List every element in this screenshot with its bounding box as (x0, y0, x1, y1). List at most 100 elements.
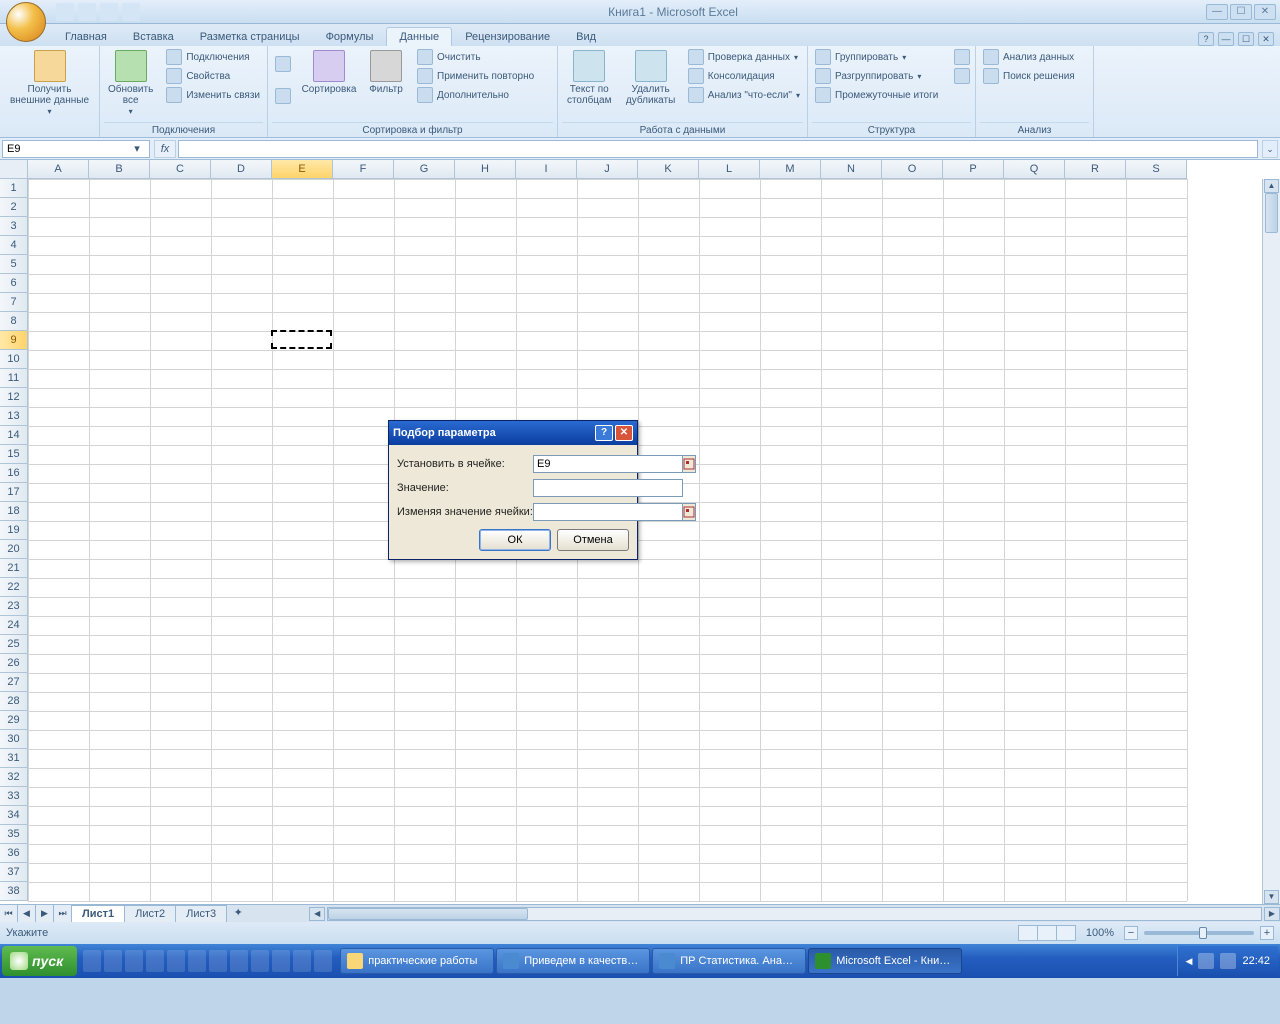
row-header-36[interactable]: 36 (0, 844, 28, 863)
row-header-28[interactable]: 28 (0, 692, 28, 711)
row-header-10[interactable]: 10 (0, 350, 28, 369)
zoom-in-button[interactable]: + (1260, 926, 1274, 940)
ql-icon[interactable] (251, 950, 269, 972)
connections-button[interactable]: Подключения (163, 48, 263, 66)
row-header-6[interactable]: 6 (0, 274, 28, 293)
fx-button[interactable]: fx (154, 140, 176, 158)
cancel-button[interactable]: Отмена (557, 529, 629, 551)
ql-icon[interactable] (314, 950, 332, 972)
hscroll-thumb[interactable] (328, 908, 528, 920)
formula-input[interactable] (178, 140, 1258, 158)
row-header-20[interactable]: 20 (0, 540, 28, 559)
consolidate-button[interactable]: Консолидация (685, 67, 803, 85)
ql-icon[interactable] (125, 950, 143, 972)
sheet-tab-Лист2[interactable]: Лист2 (124, 905, 176, 922)
doc-minimize-button[interactable]: — (1218, 32, 1234, 46)
data-validation-button[interactable]: Проверка данных (685, 48, 803, 66)
col-header-H[interactable]: H (455, 160, 516, 179)
ribbon-tab-Формулы[interactable]: Формулы (313, 27, 387, 46)
view-normal-button[interactable] (1018, 925, 1038, 941)
col-header-I[interactable]: I (516, 160, 577, 179)
ribbon-tab-Главная[interactable]: Главная (52, 27, 120, 46)
reapply-button[interactable]: Применить повторно (414, 67, 537, 85)
doc-restore-button[interactable]: ☐ (1238, 32, 1254, 46)
row-header-7[interactable]: 7 (0, 293, 28, 312)
row-header-25[interactable]: 25 (0, 635, 28, 654)
row-header-1[interactable]: 1 (0, 179, 28, 198)
set-cell-input[interactable] (533, 455, 683, 473)
ribbon-tab-Данные[interactable]: Данные (386, 27, 452, 46)
row-header-21[interactable]: 21 (0, 559, 28, 578)
ql-icon[interactable] (230, 950, 248, 972)
ql-icon[interactable] (272, 950, 290, 972)
col-header-J[interactable]: J (577, 160, 638, 179)
clear-filter-button[interactable]: Очистить (414, 48, 537, 66)
row-header-37[interactable]: 37 (0, 863, 28, 882)
taskbar-task[interactable]: ПР Статистика. Ана… (652, 948, 806, 974)
help-icon[interactable]: ? (1198, 32, 1214, 46)
col-header-Q[interactable]: Q (1004, 160, 1065, 179)
hscroll-track[interactable] (327, 907, 1262, 921)
col-header-E[interactable]: E (272, 160, 333, 179)
col-header-M[interactable]: M (760, 160, 821, 179)
row-header-22[interactable]: 22 (0, 578, 28, 597)
col-header-A[interactable]: A (28, 160, 89, 179)
text-to-columns-button[interactable]: Текст по столбцам (562, 48, 616, 108)
col-header-P[interactable]: P (943, 160, 1004, 179)
formula-expand-button[interactable]: ⌄ (1262, 140, 1278, 158)
save-icon[interactable] (56, 3, 74, 21)
redo-icon[interactable] (100, 3, 118, 21)
sheet-next-button[interactable]: ▶ (36, 905, 54, 922)
row-header-24[interactable]: 24 (0, 616, 28, 635)
changing-cell-refpicker[interactable] (683, 503, 696, 521)
col-header-F[interactable]: F (333, 160, 394, 179)
row-header-18[interactable]: 18 (0, 502, 28, 521)
select-all-button[interactable] (0, 160, 28, 179)
col-header-S[interactable]: S (1126, 160, 1187, 179)
row-header-33[interactable]: 33 (0, 787, 28, 806)
col-header-N[interactable]: N (821, 160, 882, 179)
tray-icon[interactable] (1198, 953, 1214, 969)
row-header-27[interactable]: 27 (0, 673, 28, 692)
properties-button[interactable]: Свойства (163, 67, 263, 85)
row-header-16[interactable]: 16 (0, 464, 28, 483)
row-header-5[interactable]: 5 (0, 255, 28, 274)
row-header-31[interactable]: 31 (0, 749, 28, 768)
col-header-G[interactable]: G (394, 160, 455, 179)
ribbon-tab-Разметка страницы[interactable]: Разметка страницы (187, 27, 313, 46)
ribbon-tab-Рецензирование[interactable]: Рецензирование (452, 27, 563, 46)
subtotal-button[interactable]: Промежуточные итоги (812, 86, 941, 104)
add-sheet-button[interactable]: ✦ (227, 905, 249, 922)
col-header-C[interactable]: C (150, 160, 211, 179)
show-detail-button[interactable] (951, 48, 973, 66)
col-header-D[interactable]: D (211, 160, 272, 179)
vscroll-thumb[interactable] (1265, 193, 1278, 233)
refresh-all-button[interactable]: Обновить все (104, 48, 157, 119)
sheet-tab-Лист1[interactable]: Лист1 (71, 905, 125, 922)
name-box-drop-icon[interactable]: ▾ (129, 142, 145, 155)
ql-icon[interactable] (188, 950, 206, 972)
row-header-32[interactable]: 32 (0, 768, 28, 787)
ql-icon[interactable] (104, 950, 122, 972)
sheet-last-button[interactable]: ⏭ (54, 905, 72, 922)
col-header-R[interactable]: R (1065, 160, 1126, 179)
office-button[interactable] (6, 2, 46, 42)
ungroup-button[interactable]: Разгруппировать (812, 67, 941, 85)
ql-icon[interactable] (146, 950, 164, 972)
sort-desc-button[interactable] (272, 87, 294, 105)
col-header-L[interactable]: L (699, 160, 760, 179)
tray-icon[interactable] (1220, 953, 1236, 969)
value-input[interactable] (533, 479, 683, 497)
row-header-4[interactable]: 4 (0, 236, 28, 255)
qat-customize-icon[interactable] (122, 3, 140, 21)
ok-button[interactable]: ОК (479, 529, 551, 551)
what-if-button[interactable]: Анализ "что-если" (685, 86, 803, 104)
zoom-label[interactable]: 100% (1082, 927, 1118, 939)
minimize-button[interactable]: — (1206, 4, 1228, 20)
zoom-slider-thumb[interactable] (1199, 927, 1207, 939)
row-header-14[interactable]: 14 (0, 426, 28, 445)
close-button[interactable]: ✕ (1254, 4, 1276, 20)
scroll-down-button[interactable]: ▼ (1264, 890, 1279, 904)
group-button[interactable]: Группировать (812, 48, 941, 66)
dialog-help-button[interactable]: ? (595, 425, 613, 441)
